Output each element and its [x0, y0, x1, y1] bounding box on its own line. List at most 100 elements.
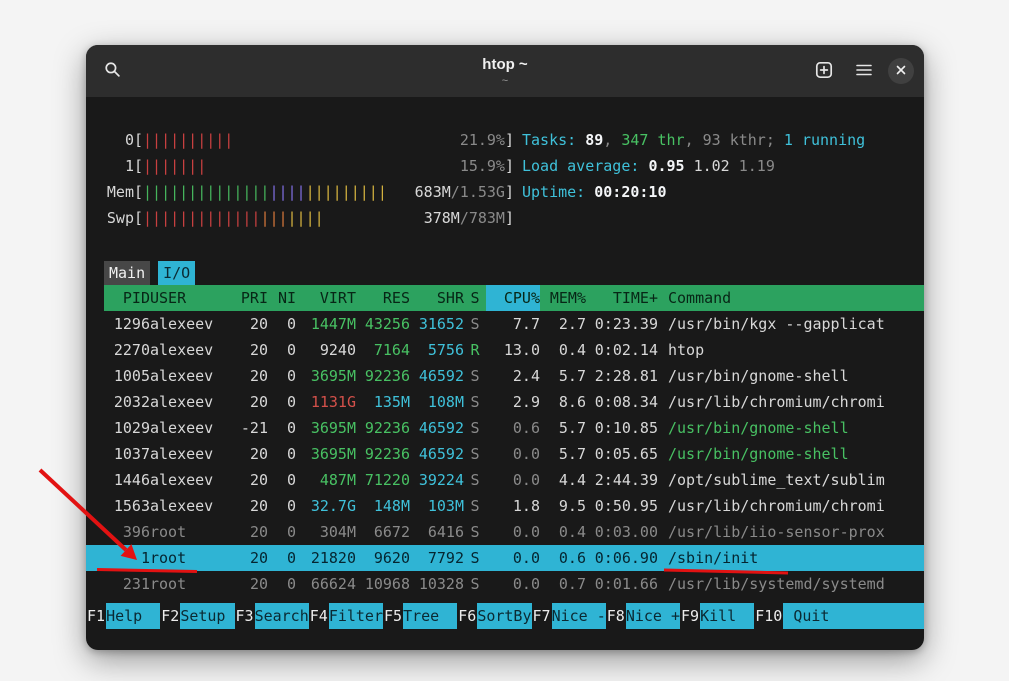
column-header-ni[interactable]: NI: [268, 285, 296, 311]
cell-time: 0:01.66: [586, 571, 658, 597]
new-tab-button[interactable]: [808, 55, 840, 87]
desktop-background: htop ~ ~: [0, 0, 1009, 681]
process-row-pid-1029[interactable]: 1029alexeev-2103695M9223646592S0.65.70:1…: [104, 415, 920, 441]
cell-virt: 487M: [296, 467, 356, 493]
cell-cpu: 7.7: [486, 311, 540, 337]
meter-label: 1: [104, 153, 134, 179]
cell-cpu: 2.4: [486, 363, 540, 389]
process-table: 1296alexeev2001447M4325631652S7.72.70:23…: [104, 311, 920, 597]
meter-bars: ||||||||||||||||||||: [143, 205, 424, 231]
column-header-pid[interactable]: PID: [104, 285, 150, 311]
process-row-pid-2032[interactable]: 2032alexeev2001131G135M108MS2.98.60:08.3…: [104, 389, 920, 415]
cell-virt: 9240: [296, 337, 356, 363]
search-icon: [104, 61, 121, 81]
cell-pri: 20: [238, 493, 268, 519]
fkey-f4[interactable]: F4Filter: [309, 603, 383, 629]
process-row-pid-231[interactable]: 231root200666241096810328S0.00.70:01.66/…: [104, 571, 920, 597]
function-key-bar: F1Help F2Setup F3SearchF4FilterF5Tree F6…: [86, 603, 924, 629]
cell-time: 2:28.81: [586, 363, 658, 389]
fkey-f5[interactable]: F5Tree: [383, 603, 457, 629]
process-row-pid-1037[interactable]: 1037alexeev2003695M9223646592S0.05.70:05…: [104, 441, 920, 467]
column-header-command[interactable]: Command: [658, 285, 920, 311]
search-button[interactable]: [96, 55, 128, 87]
fkey-f6[interactable]: F6SortBy: [457, 603, 531, 629]
process-row-pid-1563[interactable]: 1563alexeev20032.7G148M103MS1.89.50:50.9…: [104, 493, 920, 519]
meter-value: 21.9%: [460, 127, 505, 153]
fkey-f3[interactable]: F3Search: [235, 603, 309, 629]
cell-pri: 20: [238, 441, 268, 467]
cell-mem: 0.7: [540, 571, 586, 597]
window-subtitle: ~: [502, 75, 508, 87]
meter-bars: |||||||||||||||||||||||||||: [143, 179, 415, 205]
fkey-f9[interactable]: F9Kill: [680, 603, 754, 629]
column-header-shr[interactable]: SHR: [410, 285, 464, 311]
column-header-cpu[interactable]: CPU%: [486, 285, 540, 311]
fkey-f10[interactable]: F10Quit: [754, 603, 924, 629]
process-table-header: PIDUSERPRINIVIRTRESSHRSCPU%MEM%TIME+Comm…: [104, 285, 924, 311]
meter-bars: |||||||: [143, 153, 460, 179]
cell-mem: 0.6: [540, 545, 586, 571]
new-tab-icon: [815, 61, 833, 82]
cell-ni: 0: [268, 363, 296, 389]
tab-main[interactable]: Main: [104, 261, 150, 285]
cell-virt: 1131G: [296, 389, 356, 415]
cell-user: root: [150, 545, 238, 571]
cell-ni: 0: [268, 493, 296, 519]
cell-ni: 0: [268, 337, 296, 363]
cell-ni: 0: [268, 519, 296, 545]
cell-pid: 396: [104, 519, 150, 545]
fkey-f8[interactable]: F8Nice +: [606, 603, 680, 629]
cell-shr: 5756: [410, 337, 464, 363]
column-header-pri[interactable]: PRI: [238, 285, 268, 311]
cell-user: alexeev: [150, 493, 238, 519]
cell-res: 6672: [356, 519, 410, 545]
cell-pid: 1037: [104, 441, 150, 467]
cell-pri: -21: [238, 415, 268, 441]
cell-user: root: [150, 519, 238, 545]
process-row-pid-1296[interactable]: 1296alexeev2001447M4325631652S7.72.70:23…: [104, 311, 920, 337]
column-header-s[interactable]: S: [464, 285, 486, 311]
cell-ni: 0: [268, 441, 296, 467]
column-header-res[interactable]: RES: [356, 285, 410, 311]
cell-shr: 7792: [410, 545, 464, 571]
column-header-mem[interactable]: MEM%: [540, 285, 586, 311]
column-header-virt[interactable]: VIRT: [296, 285, 356, 311]
cell-virt: 3695M: [296, 441, 356, 467]
process-row-pid-1005[interactable]: 1005alexeev2003695M9223646592S2.45.72:28…: [104, 363, 920, 389]
column-header-time[interactable]: TIME+: [586, 285, 658, 311]
cell-ni: 0: [268, 571, 296, 597]
cell-time: 2:44.39: [586, 467, 658, 493]
process-row-pid-1[interactable]: 1root2002182096207792S0.00.60:06.90/sbin…: [86, 545, 924, 571]
cell-command: /usr/lib/systemd/systemd: [658, 571, 920, 597]
cell-s: S: [464, 415, 486, 441]
cell-command: /usr/lib/iio-sensor-prox: [658, 519, 920, 545]
process-row-pid-396[interactable]: 396root200304M66726416S0.00.40:03.00/usr…: [104, 519, 920, 545]
cell-pid: 1446: [104, 467, 150, 493]
terminal-content[interactable]: 0[||||||||||21.9%]1[|||||||15.9%]Mem[|||…: [86, 97, 924, 650]
meter-cpu0: 0[||||||||||21.9%]: [104, 127, 514, 153]
cell-cpu: 0.0: [486, 545, 540, 571]
meter-label: 0: [104, 127, 134, 153]
fkey-f2[interactable]: F2Setup: [160, 603, 234, 629]
column-header-user[interactable]: USER: [150, 285, 238, 311]
cell-time: 0:23.39: [586, 311, 658, 337]
cell-s: S: [464, 493, 486, 519]
fkey-f7[interactable]: F7Nice -: [532, 603, 606, 629]
process-row-pid-2270[interactable]: 2270alexeev200924071645756R13.00.40:02.1…: [104, 337, 920, 363]
cell-shr: 108M: [410, 389, 464, 415]
cell-cpu: 1.8: [486, 493, 540, 519]
cell-time: 0:50.95: [586, 493, 658, 519]
process-row-pid-1446[interactable]: 1446alexeev200487M7122039224S0.04.42:44.…: [104, 467, 920, 493]
close-button[interactable]: [888, 58, 914, 84]
cell-mem: 8.6: [540, 389, 586, 415]
cell-ni: 0: [268, 467, 296, 493]
tab-io[interactable]: I/O: [158, 261, 195, 285]
cell-shr: 46592: [410, 363, 464, 389]
cell-pid: 2032: [104, 389, 150, 415]
cell-time: 0:10.85: [586, 415, 658, 441]
meters-panel: 0[||||||||||21.9%]1[|||||||15.9%]Mem[|||…: [104, 127, 514, 231]
cell-virt: 304M: [296, 519, 356, 545]
cell-command: /sbin/init: [658, 545, 920, 571]
fkey-f1[interactable]: F1Help: [86, 603, 160, 629]
menu-button[interactable]: [848, 55, 880, 87]
